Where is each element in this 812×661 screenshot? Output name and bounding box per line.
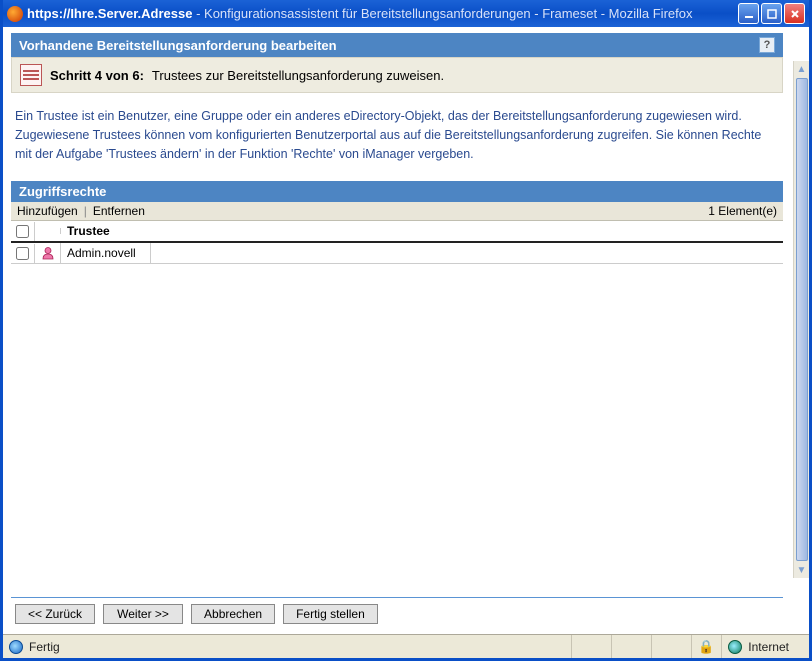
vertical-scrollbar[interactable]: ▲ ▼	[793, 61, 809, 578]
item-count: 1 Element(e)	[708, 204, 777, 218]
scroll-thumb[interactable]	[796, 78, 808, 561]
maximize-button[interactable]	[761, 3, 782, 24]
next-button[interactable]: Weiter >>	[103, 604, 183, 624]
panel-header: Vorhandene Bereitstellungsanforderung be…	[11, 33, 783, 57]
scroll-down-icon[interactable]: ▼	[794, 562, 810, 578]
panel-title: Vorhandene Bereitstellungsanforderung be…	[19, 38, 337, 53]
wizard-description: Ein Trustee ist ein Benutzer, eine Grupp…	[11, 93, 783, 181]
wizard-step-icon	[20, 64, 42, 86]
minimize-button[interactable]	[738, 3, 759, 24]
security-zone: Internet	[748, 640, 789, 654]
section-header: Zugriffsrechte	[11, 181, 783, 202]
table-toolbar: Hinzufügen | Entfernen 1 Element(e)	[11, 202, 783, 221]
select-all-checkbox[interactable]	[16, 225, 29, 238]
step-description: Trustees zur Bereitstellungsanforderung …	[152, 68, 444, 83]
back-button[interactable]: << Zurück	[15, 604, 95, 624]
row-trustee-name: Admin.novell	[61, 243, 151, 263]
cancel-button[interactable]: Abbrechen	[191, 604, 275, 624]
scroll-up-icon[interactable]: ▲	[794, 61, 810, 77]
remove-link[interactable]: Entfernen	[93, 204, 145, 218]
header-trustee: Trustee	[61, 221, 783, 241]
help-button[interactable]: ?	[759, 37, 775, 53]
lock-icon: 🔒	[698, 639, 714, 655]
row-checkbox[interactable]	[16, 247, 29, 260]
status-bar: Fertig 🔒 Internet	[3, 634, 809, 658]
step-label: Schritt 4 von 6:	[50, 68, 144, 83]
table-row[interactable]: Admin.novell	[11, 243, 783, 264]
globe-icon	[728, 640, 742, 654]
title-url: https://Ihre.Server.Adresse	[27, 6, 192, 21]
title-suffix: - Konfigurationsassistent für Bereitstel…	[192, 6, 692, 21]
titlebar[interactable]: https://Ihre.Server.Adresse - Konfigurat…	[3, 0, 809, 27]
toolbar-separator: |	[84, 204, 87, 218]
app-window: https://Ihre.Server.Adresse - Konfigurat…	[0, 0, 812, 661]
wizard-buttons: << Zurück Weiter >> Abbrechen Fertig ste…	[11, 604, 783, 634]
window-title: https://Ihre.Server.Adresse - Konfigurat…	[27, 6, 738, 21]
browser-status-icon	[9, 640, 23, 654]
add-link[interactable]: Hinzufügen	[17, 204, 78, 218]
divider	[11, 597, 783, 598]
header-icon-cell	[35, 228, 61, 234]
user-icon	[41, 246, 55, 260]
table-body: Admin.novell	[11, 243, 783, 589]
close-button[interactable]	[784, 3, 805, 24]
status-text: Fertig	[29, 640, 60, 654]
finish-button[interactable]: Fertig stellen	[283, 604, 378, 624]
step-bar: Schritt 4 von 6: Trustees zur Bereitstel…	[11, 57, 783, 93]
table-header: Trustee	[11, 221, 783, 243]
header-checkbox-cell	[11, 222, 35, 241]
firefox-icon	[7, 6, 23, 22]
content-area: ▲ ▼ Vorhandene Bereitstellungsanforderun…	[3, 27, 809, 634]
